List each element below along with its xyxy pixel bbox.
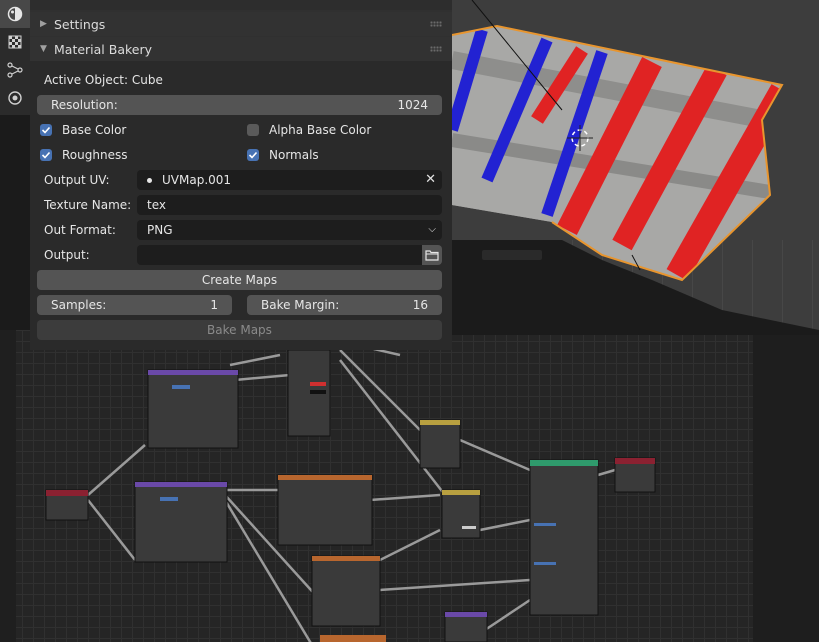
chevron-down-icon: ▼ [40, 44, 47, 54]
out-format-value: PNG [147, 223, 173, 237]
node-tree-icon [7, 62, 23, 78]
normal-map-node[interactable] [444, 611, 488, 642]
bake-margin-value: 16 [412, 298, 428, 312]
output-uv-field[interactable]: UVMap.001 ✕ [137, 170, 442, 190]
checkbox-unchecked-icon [247, 124, 259, 136]
resolution-slider[interactable]: Resolution: 1024 [37, 95, 442, 115]
viewport-mini-toolbar[interactable] [482, 250, 542, 260]
image-texture-node-roughness[interactable] [311, 555, 381, 627]
mix-node-1[interactable] [419, 419, 461, 469]
texture-name-label: Texture Name: [44, 198, 132, 212]
chevron-right-icon: ▶ [40, 19, 47, 29]
world-tab[interactable] [0, 84, 30, 112]
roughness-checkbox[interactable]: Roughness [40, 148, 127, 162]
settings-panel-header[interactable]: ▶ Settings [30, 12, 452, 36]
properties-tab-strip [0, 0, 30, 115]
resolution-value: 1024 [397, 98, 428, 112]
close-icon[interactable]: ✕ [425, 172, 436, 187]
checkbox-checked-icon [40, 149, 52, 161]
output-uv-value: UVMap.001 [162, 173, 232, 187]
bake-margin-label: Bake Margin: [261, 298, 340, 312]
mapping-node-1[interactable] [147, 369, 239, 449]
samples-value: 1 [210, 298, 218, 312]
properties-panel: ▶ Settings ▼ Material Bakery Active Obje… [30, 0, 452, 350]
resolution-label: Resolution: [51, 98, 118, 112]
drag-grip-icon[interactable] [430, 21, 442, 27]
mix-node-2[interactable] [441, 489, 481, 539]
base-color-checkbox[interactable]: Base Color [40, 123, 126, 137]
uvmap-node[interactable] [45, 489, 89, 521]
out-format-label: Out Format: [44, 223, 116, 237]
out-format-dropdown[interactable]: PNG ⌵ [137, 220, 442, 240]
node-tree-tab[interactable] [0, 56, 30, 84]
uv-map-icon [147, 177, 152, 183]
world-icon [8, 91, 22, 105]
checkbox-checked-icon [247, 149, 259, 161]
active-object-label: Active Object: Cube [44, 73, 163, 87]
checkbox-checked-icon [40, 124, 52, 136]
material-icon [7, 6, 23, 22]
node-graph[interactable] [0, 330, 819, 642]
normals-checkbox[interactable]: Normals [247, 148, 319, 162]
chevron-down-icon: ⌵ [428, 224, 436, 235]
texture-name-value: tex [147, 198, 166, 212]
settings-header-label: Settings [54, 16, 106, 32]
cube-object[interactable] [452, 0, 819, 335]
mapping-node-2[interactable] [134, 481, 228, 563]
browse-folder-button[interactable] [422, 245, 442, 265]
material-bakery-body: Active Object: Cube Resolution: 1024 Bas… [30, 61, 452, 350]
base-color-label: Base Color [62, 123, 127, 137]
samples-slider[interactable]: Samples: 1 [37, 295, 232, 315]
texture-icon [8, 35, 22, 49]
output-path-input[interactable] [137, 245, 422, 265]
texture-name-input[interactable]: tex [137, 195, 442, 215]
material-output-node[interactable] [614, 457, 656, 493]
bake-margin-slider[interactable]: Bake Margin: 16 [247, 295, 442, 315]
material-bakery-header-label: Material Bakery [54, 41, 153, 57]
principled-bsdf-node[interactable] [529, 459, 599, 616]
3d-viewport[interactable] [452, 0, 819, 335]
create-maps-button[interactable]: Create Maps [37, 270, 442, 290]
material-tab[interactable] [0, 0, 30, 28]
material-bakery-panel-header[interactable]: ▼ Material Bakery [30, 37, 452, 61]
image-texture-node-normal[interactable] [320, 635, 386, 642]
alpha-base-color-label: Alpha Base Color [269, 123, 372, 137]
texture-tab[interactable] [0, 28, 30, 56]
output-label: Output: [44, 248, 90, 262]
output-uv-label: Output UV: [44, 173, 110, 187]
folder-icon [425, 250, 439, 261]
roughness-label: Roughness [62, 148, 128, 162]
image-texture-node-base[interactable] [277, 474, 373, 546]
bake-maps-button[interactable]: Bake Maps [37, 320, 442, 340]
panel-top-remnant [30, 0, 452, 10]
node-editor[interactable] [0, 330, 819, 642]
samples-label: Samples: [51, 298, 107, 312]
alpha-base-color-checkbox[interactable]: Alpha Base Color [247, 123, 371, 137]
normals-label: Normals [269, 148, 319, 162]
drag-grip-icon[interactable] [430, 46, 442, 52]
texture-node-top[interactable] [287, 349, 331, 437]
